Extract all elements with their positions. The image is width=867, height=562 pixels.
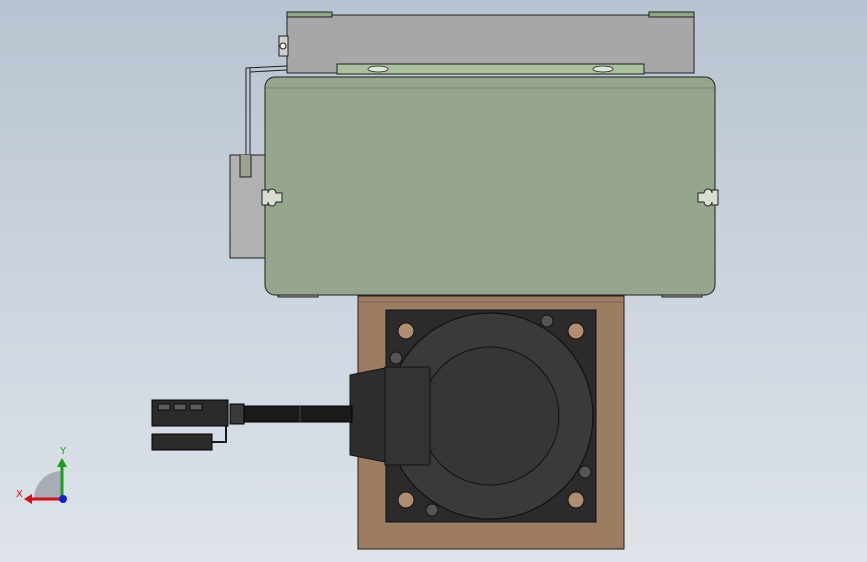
x-axis-label: X xyxy=(16,489,23,500)
servo-motor[interactable] xyxy=(384,309,597,523)
carriage-body[interactable] xyxy=(261,76,719,298)
motor-cable-gland[interactable] xyxy=(349,367,386,463)
guide-rail[interactable] xyxy=(336,63,645,75)
cable-connector[interactable] xyxy=(151,399,229,451)
motor-cable[interactable] xyxy=(229,403,353,425)
model-view[interactable]: Y X xyxy=(0,0,867,562)
cad-viewport[interactable]: Y X xyxy=(0,0,867,562)
y-axis-label: Y xyxy=(59,446,67,457)
